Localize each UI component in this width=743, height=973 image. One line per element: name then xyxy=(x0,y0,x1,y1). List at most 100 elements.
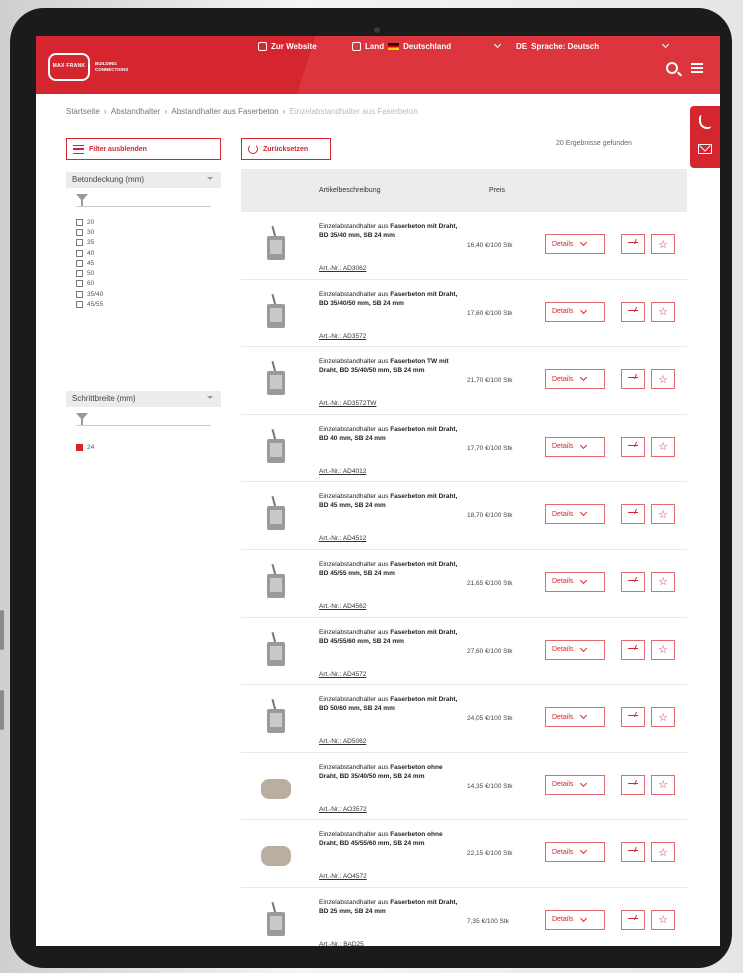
filter-option[interactable]: 45 xyxy=(76,258,221,268)
favorite-button[interactable]: ☆ xyxy=(651,842,675,863)
product-description[interactable]: Einzelabstandhalter aus Faserbeton mit D… xyxy=(319,695,459,713)
product-image[interactable] xyxy=(261,428,291,467)
compare-button[interactable] xyxy=(621,571,645,592)
product-description[interactable]: Einzelabstandhalter aus Faserbeton mit D… xyxy=(319,628,459,646)
product-description[interactable]: Einzelabstandhalter aus Faserbeton mit D… xyxy=(319,560,459,578)
details-dropdown[interactable]: Details xyxy=(545,234,605,254)
filter-option[interactable]: 50 xyxy=(76,268,221,278)
product-description[interactable]: Einzelabstandhalter aus Faserbeton ohne … xyxy=(319,830,459,848)
menu-icon[interactable] xyxy=(691,63,703,73)
details-dropdown[interactable]: Details xyxy=(545,301,605,322)
article-number-link[interactable]: Art.-Nr.: AO4572 xyxy=(319,873,367,880)
details-dropdown[interactable]: Details xyxy=(545,909,605,930)
mail-icon[interactable] xyxy=(698,144,712,154)
article-number-link[interactable]: Art.-Nr.: AD4562 xyxy=(319,603,366,610)
article-number-link[interactable]: Art.-Nr.: AD5062 xyxy=(319,738,366,745)
compare-button[interactable] xyxy=(621,301,645,322)
favorite-button[interactable]: ☆ xyxy=(651,504,675,525)
product-image[interactable] xyxy=(261,901,291,940)
checkbox[interactable] xyxy=(76,239,83,247)
checkbox[interactable] xyxy=(76,280,83,288)
article-number-link[interactable]: Art.-Nr.: BAD25 xyxy=(319,941,364,946)
filter-option[interactable]: 30 xyxy=(76,227,221,237)
details-dropdown[interactable]: Details xyxy=(545,707,605,728)
country-selector[interactable]: Land Deutschland xyxy=(352,39,504,53)
article-number-link[interactable]: Art.-Nr.: AD3062 xyxy=(319,265,366,272)
compare-button[interactable] xyxy=(621,504,645,525)
favorite-button[interactable]: ☆ xyxy=(651,639,675,660)
article-number-link[interactable]: Art.-Nr.: AO3572 xyxy=(319,806,367,813)
compare-button[interactable] xyxy=(621,842,645,863)
article-number-link[interactable]: Art.-Nr.: AD3572 xyxy=(319,333,366,340)
checkbox-checked[interactable] xyxy=(76,443,83,451)
compare-button[interactable] xyxy=(621,774,645,795)
details-dropdown[interactable]: Details xyxy=(545,774,605,795)
filter-option[interactable]: 20 xyxy=(76,217,221,227)
favorite-button[interactable]: ☆ xyxy=(651,369,675,390)
article-number-link[interactable]: Art.-Nr.: AD4512 xyxy=(319,535,366,542)
product-description[interactable]: Einzelabstandhalter aus Faserbeton TW mi… xyxy=(319,357,459,375)
breadcrumb-item[interactable]: Startseite xyxy=(66,107,100,116)
filter-option[interactable]: 35 xyxy=(76,238,221,248)
article-number-link[interactable]: Art.-Nr.: AD4572 xyxy=(319,671,366,678)
product-image[interactable] xyxy=(261,699,291,737)
product-image[interactable] xyxy=(261,834,291,872)
breadcrumb-item[interactable]: Abstandhalter xyxy=(111,107,160,116)
product-image[interactable] xyxy=(261,767,291,805)
phone-icon[interactable] xyxy=(699,115,711,129)
favorite-button[interactable]: ☆ xyxy=(651,234,675,254)
favorite-button[interactable]: ☆ xyxy=(651,571,675,592)
filter-header[interactable]: Betondeckung (mm) xyxy=(66,172,221,188)
compare-button[interactable] xyxy=(621,639,645,660)
product-image[interactable] xyxy=(261,631,291,670)
checkbox[interactable] xyxy=(76,301,83,309)
details-dropdown[interactable]: Details xyxy=(545,639,605,660)
language-selector[interactable]: DE Sprache: Deutsch xyxy=(516,39,672,53)
product-description[interactable]: Einzelabstandhalter aus Faserbeton ohne … xyxy=(319,763,459,781)
product-image[interactable] xyxy=(261,225,291,264)
favorite-button[interactable]: ☆ xyxy=(651,436,675,457)
details-dropdown[interactable]: Details xyxy=(545,369,605,390)
product-description[interactable]: Einzelabstandhalter aus Faserbeton mit D… xyxy=(319,898,459,916)
favorite-button[interactable]: ☆ xyxy=(651,301,675,322)
filter-option[interactable]: 45/55 xyxy=(76,299,221,309)
search-icon[interactable] xyxy=(666,62,678,74)
product-description[interactable]: Einzelabstandhalter aus Faserbeton mit D… xyxy=(319,492,459,510)
checkbox[interactable] xyxy=(76,218,83,226)
favorite-button[interactable]: ☆ xyxy=(651,909,675,930)
checkbox[interactable] xyxy=(76,270,83,278)
checkbox[interactable] xyxy=(76,259,83,267)
breadcrumb-item[interactable]: Abstandhalter aus Faserbeton xyxy=(171,107,278,116)
details-dropdown[interactable]: Details xyxy=(545,842,605,863)
nav-website-link[interactable]: Zur Website xyxy=(258,39,317,53)
checkbox[interactable] xyxy=(76,290,83,298)
filter-option[interactable]: 35/40 xyxy=(76,289,221,299)
product-image[interactable] xyxy=(261,496,291,534)
compare-button[interactable] xyxy=(621,369,645,390)
compare-button[interactable] xyxy=(621,909,645,930)
checkbox[interactable] xyxy=(76,228,83,236)
product-image[interactable] xyxy=(261,361,291,399)
site-logo[interactable]: MAX FRANK BUILDING CONNECTIONS xyxy=(48,53,128,81)
details-dropdown[interactable]: Details xyxy=(545,504,605,525)
contact-side-tab[interactable] xyxy=(690,106,720,168)
favorite-button[interactable]: ☆ xyxy=(651,707,675,728)
article-number-link[interactable]: Art.-Nr.: AD3572TW xyxy=(319,400,376,407)
hide-filter-button[interactable]: Filter ausblenden xyxy=(66,138,221,160)
article-number-link[interactable]: Art.-Nr.: AD4012 xyxy=(319,468,366,475)
compare-button[interactable] xyxy=(621,707,645,728)
filter-header[interactable]: Schrittbreite (mm) xyxy=(66,391,221,407)
details-dropdown[interactable]: Details xyxy=(545,571,605,592)
product-description[interactable]: Einzelabstandhalter aus Faserbeton mit D… xyxy=(319,425,459,443)
checkbox[interactable] xyxy=(76,249,83,257)
details-dropdown[interactable]: Details xyxy=(545,436,605,457)
filter-option[interactable]: 24 xyxy=(76,442,221,452)
product-description[interactable]: Einzelabstandhalter aus Faserbeton mit D… xyxy=(319,222,459,240)
filter-option[interactable]: 60 xyxy=(76,279,221,289)
reset-button[interactable]: Zurücksetzen xyxy=(241,138,331,160)
favorite-button[interactable]: ☆ xyxy=(651,774,675,795)
product-image[interactable] xyxy=(261,563,291,602)
product-image[interactable] xyxy=(261,293,291,332)
compare-button[interactable] xyxy=(621,234,645,254)
compare-button[interactable] xyxy=(621,436,645,457)
